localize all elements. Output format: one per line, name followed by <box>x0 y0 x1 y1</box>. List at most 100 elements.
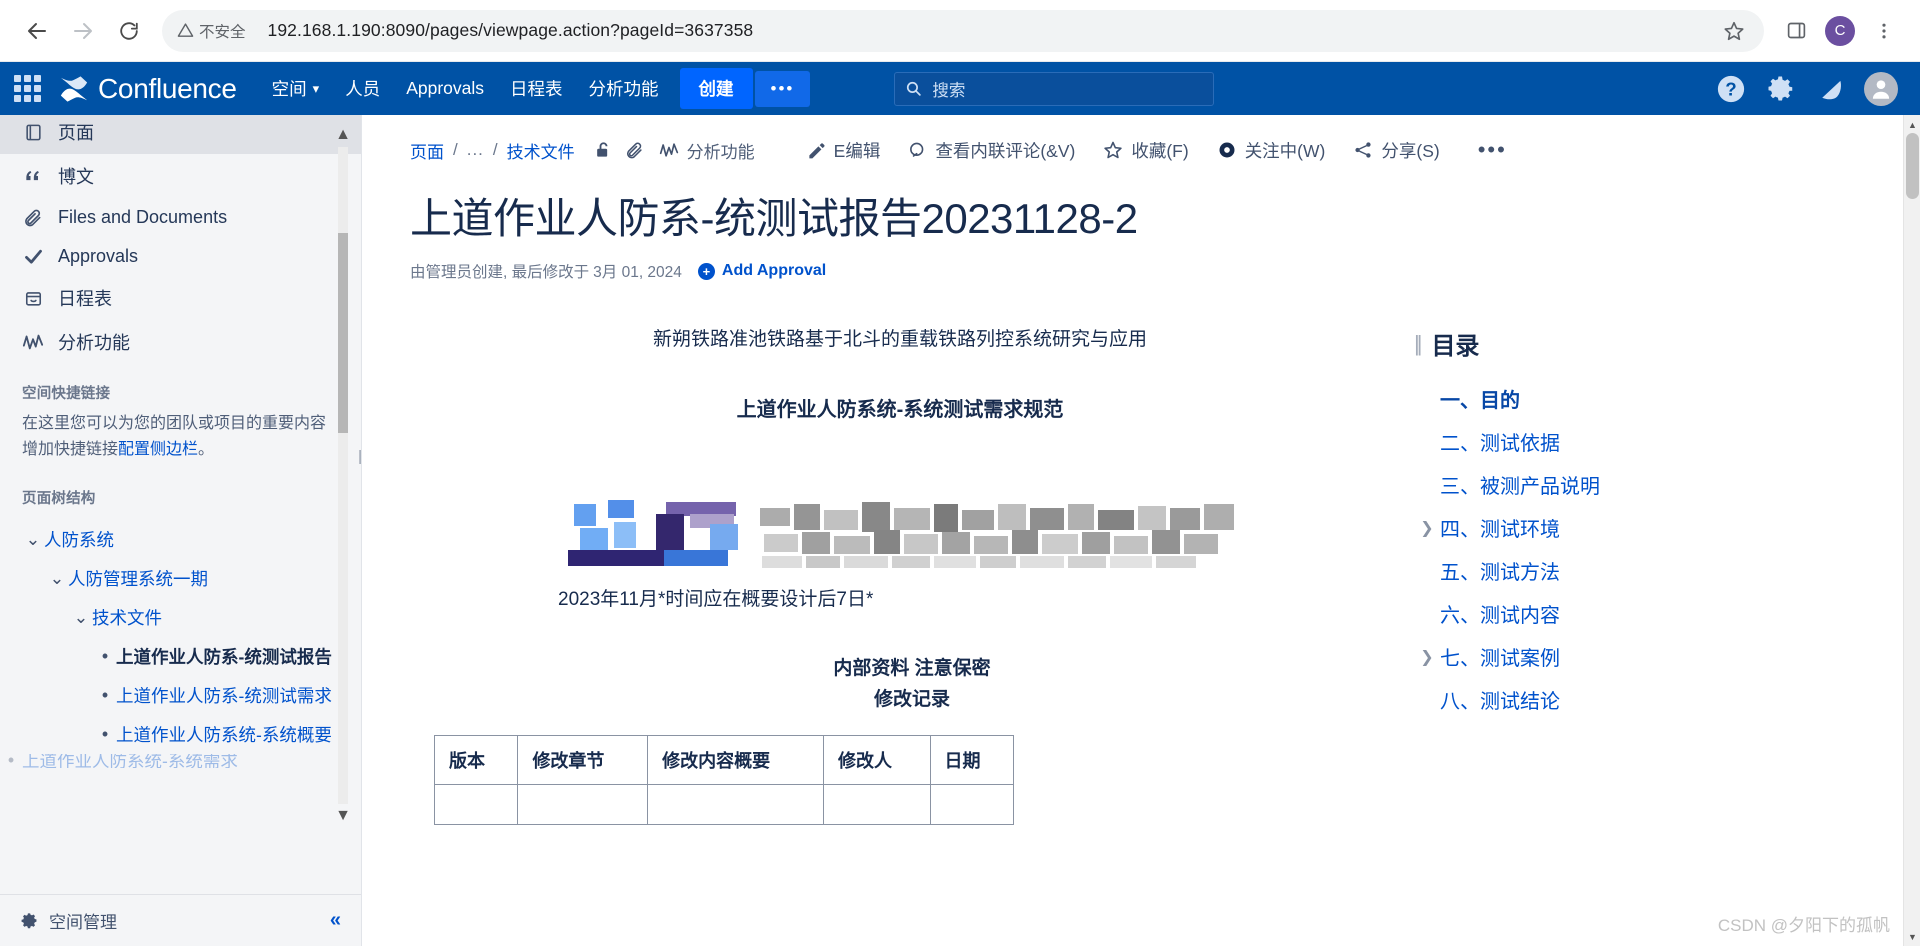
sidebar-item-approvals[interactable]: Approvals <box>0 237 361 276</box>
main-content: 页面 / ... / 技术文件 分析功能 E编辑 查看内联评论(&V) 收藏(F… <box>362 115 1920 946</box>
nav-item-calendar[interactable]: 日程表 <box>497 69 576 108</box>
favourite-button[interactable]: 收藏(F) <box>1103 138 1189 163</box>
toc-item-label[interactable]: 一、目的 <box>1440 384 1520 413</box>
toc-item[interactable]: 一、目的 <box>1414 377 1600 420</box>
help-button[interactable]: ? <box>1714 72 1748 106</box>
confluence-logo[interactable]: Confluence <box>59 73 237 105</box>
toc-item-label[interactable]: 二、测试依据 <box>1440 427 1560 456</box>
tree-node[interactable]: • 上道作业人防系统-系统需求 <box>0 754 361 768</box>
back-button[interactable] <box>14 8 60 54</box>
share-icon <box>1355 142 1371 158</box>
toc-item-label[interactable]: 七、测试案例 <box>1440 642 1560 671</box>
tree-node[interactable]: ⌄ 技术文件 <box>0 598 361 637</box>
scroll-up-arrow[interactable]: ▲ <box>1904 116 1920 133</box>
tree-node-label[interactable]: 技术文件 <box>92 605 162 630</box>
site-security-indicator[interactable]: 不安全 <box>168 15 256 47</box>
chevron-down-icon[interactable]: ⌄ <box>22 529 44 550</box>
nav-item-label: 日程表 <box>510 79 563 99</box>
breadcrumb-ellipsis[interactable]: ... <box>467 140 484 160</box>
page-analytics[interactable]: 分析功能 <box>658 138 755 163</box>
confluence-mark-icon <box>60 75 88 102</box>
chevron-down-icon[interactable]: ⌄ <box>70 607 92 628</box>
nav-item-analytics[interactable]: 分析功能 <box>576 69 672 108</box>
profile-button[interactable]: C <box>1818 9 1862 53</box>
toc-item[interactable]: 六、测试内容 <box>1414 592 1600 635</box>
bookmark-button[interactable] <box>1712 9 1756 53</box>
address-bar[interactable]: 不安全 192.168.1.190:8090/pages/viewpage.ac… <box>162 9 1764 53</box>
url-text: 192.168.1.190:8090/pages/viewpage.action… <box>267 20 754 40</box>
breadcrumb-root[interactable]: 页面 <box>410 143 444 162</box>
meta-author[interactable]: 管理员 <box>426 260 473 282</box>
edit-button[interactable]: E编辑 <box>807 138 880 163</box>
configure-sidebar-link[interactable]: 配置侧边栏 <box>118 441 198 458</box>
toc-item-label[interactable]: 八、测试结论 <box>1440 685 1560 714</box>
space-settings-label[interactable]: 空间管理 <box>49 908 117 933</box>
sidebar-scrollbar[interactable]: ▲ ▼ <box>335 125 351 834</box>
chevron-right-icon[interactable]: ❯ <box>1414 647 1440 667</box>
toc-item-label[interactable]: 四、测试环境 <box>1440 513 1560 542</box>
side-panel-button[interactable] <box>1774 9 1818 53</box>
nav-item-approvals[interactable]: Approvals <box>393 71 497 106</box>
tree-node[interactable]: • 上道作业人防系统-系统概要 <box>0 715 361 754</box>
create-more-button[interactable]: ••• <box>754 70 811 107</box>
scroll-up-arrow[interactable]: ▲ <box>335 126 351 143</box>
nav-item-people[interactable]: 人员 <box>332 69 393 108</box>
tree-node-label[interactable]: 上道作业人防系-统测试报告 <box>116 644 332 669</box>
toc-item[interactable]: 五、测试方法 <box>1414 549 1600 592</box>
scrollbar-thumb[interactable] <box>338 233 348 433</box>
toc-item[interactable]: 二、测试依据 <box>1414 420 1600 463</box>
tree-node-current[interactable]: • 上道作业人防系-统测试报告 <box>0 637 361 676</box>
collapse-sidebar-button[interactable]: « <box>330 909 341 932</box>
toc-item[interactable]: ❯ 四、测试环境 <box>1414 506 1600 549</box>
toc-item[interactable]: 三、被测产品说明 <box>1414 463 1600 506</box>
share-button[interactable]: 分享(S) <box>1353 138 1440 163</box>
paperclip-icon <box>22 208 44 228</box>
nav-item-spaces[interactable]: 空间 ▾ <box>259 69 333 108</box>
add-approval-button[interactable]: + Add Approval <box>697 262 826 280</box>
tree-node-label[interactable]: 人防管理系统一期 <box>68 566 208 591</box>
paperclip-icon[interactable] <box>625 141 644 160</box>
toc-item-label[interactable]: 六、测试内容 <box>1440 599 1560 628</box>
toc-item-label[interactable]: 五、测试方法 <box>1440 556 1560 585</box>
settings-button[interactable] <box>1764 72 1798 106</box>
scroll-down-arrow[interactable]: ▼ <box>335 807 351 824</box>
app-switcher-icon[interactable] <box>14 75 41 102</box>
toc-item-label[interactable]: 三、被测产品说明 <box>1440 470 1600 499</box>
watch-button[interactable]: 关注中(W) <box>1217 138 1325 163</box>
chevron-right-icon[interactable]: ❯ <box>1414 518 1440 538</box>
tree-node-label[interactable]: 上道作业人防系统-系统概要 <box>116 722 332 747</box>
sidebar-item-calendar[interactable]: 日程表 <box>0 276 361 320</box>
sidebar-item-analytics[interactable]: 分析功能 <box>0 320 361 364</box>
notifications-button[interactable] <box>1814 72 1848 106</box>
chevron-down-icon[interactable]: ⌄ <box>46 568 68 589</box>
view-inline-comments-button[interactable]: 查看内联评论(&V) <box>908 138 1075 163</box>
main-scrollbar[interactable]: ▲ ▼ <box>1903 115 1920 946</box>
search-input[interactable]: 搜索 <box>894 71 1215 106</box>
more-actions-button[interactable]: ••• <box>1478 137 1507 163</box>
sidebar-item-files[interactable]: Files and Documents <box>0 198 361 237</box>
browser-menu-button[interactable] <box>1862 9 1906 53</box>
toc-item[interactable]: 八、测试结论 <box>1414 678 1600 721</box>
toc-item[interactable]: ❯ 七、测试案例 <box>1414 635 1600 678</box>
create-button[interactable]: 创建 <box>679 68 753 109</box>
tree-node-label[interactable]: 上道作业人防系-统测试需求 <box>116 683 332 708</box>
toc-grip-icon: || <box>1414 330 1423 356</box>
tree-node-label[interactable]: 人防系统 <box>44 527 114 552</box>
tree-node[interactable]: ⌄ 人防管理系统一期 <box>0 559 361 598</box>
tree-node-label[interactable]: 上道作业人防系统-系统需求 <box>22 754 238 768</box>
forward-button[interactable] <box>60 8 106 54</box>
breadcrumb: 页面 / ... / 技术文件 分析功能 E编辑 查看内联评论(&V) 收藏(F… <box>410 137 1920 163</box>
reload-button[interactable] <box>106 8 152 54</box>
sidebar-item-blog[interactable]: 博文 <box>0 154 361 198</box>
tree-node[interactable]: • 上道作业人防系-统测试需求 <box>0 676 361 715</box>
breadcrumb-separator: / <box>492 140 498 159</box>
scroll-down-arrow[interactable]: ▼ <box>1904 928 1920 945</box>
user-avatar[interactable] <box>1864 71 1898 106</box>
breadcrumb-parent[interactable]: 技术文件 <box>507 143 575 162</box>
sidebar-item-pages[interactable]: 页面 <box>0 115 361 154</box>
meta-middle: 创建, 最后修改于 <box>472 264 590 281</box>
tree-node[interactable]: ⌄ 人防系统 <box>0 520 361 559</box>
bullet-icon: • <box>7 753 15 768</box>
scrollbar-thumb[interactable] <box>1906 133 1919 199</box>
unlock-icon[interactable] <box>593 140 613 160</box>
